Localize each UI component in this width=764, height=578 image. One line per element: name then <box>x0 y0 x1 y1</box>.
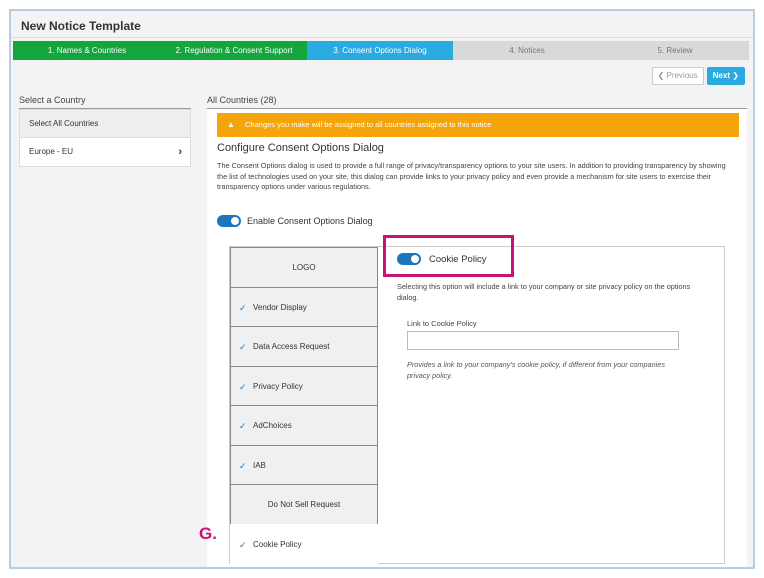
link-help-text: Provides a link to your company's cookie… <box>407 360 665 380</box>
country-item-europe-eu[interactable]: Europe - EU › <box>20 138 190 166</box>
next-button[interactable]: Next ❯ <box>706 67 745 85</box>
enable-consent-toggle[interactable] <box>217 215 241 227</box>
menu-item-label: Vendor Display <box>253 302 307 312</box>
check-icon: ✓ <box>239 539 247 550</box>
cookie-policy-toggle-row: Cookie Policy <box>397 253 487 265</box>
warning-triangle-icon: ▲ <box>227 120 235 129</box>
countries-heading: All Countries (28) <box>207 95 277 105</box>
config-title: Configure Consent Options Dialog <box>217 142 384 154</box>
check-icon: ✓ <box>239 460 247 471</box>
menu-item-label: LOGO <box>292 263 316 272</box>
cookie-policy-detail: Cookie Policy Selecting this option will… <box>383 235 720 563</box>
title-divider <box>11 37 753 38</box>
check-icon: ✓ <box>239 342 247 352</box>
step-names-countries[interactable]: 1. Names & Countries <box>13 41 161 60</box>
check-icon: ✓ <box>239 381 247 392</box>
notice-template-window: New Notice Template 1. Names & Countries… <box>9 9 755 569</box>
menu-item-adchoices[interactable]: ✓ AdChoices <box>230 405 378 446</box>
menu-item-iab[interactable]: ✓ IAB <box>230 444 378 485</box>
warning-banner: ▲ Changes you make will be assigned to a… <box>217 113 739 137</box>
menu-item-label: IAB <box>253 460 266 470</box>
menu-item-label: AdChoices <box>253 421 292 430</box>
configuration-panel: ▲ Changes you make will be assigned to a… <box>207 109 747 567</box>
menu-item-data-access-request[interactable]: ✓ Data Access Request <box>230 326 378 367</box>
chevron-left-icon: ❮ <box>657 71 665 80</box>
cookie-policy-description: Selecting this option will include a lin… <box>397 282 691 302</box>
menu-item-do-not-sell[interactable]: Do Not Sell Request <box>230 484 378 525</box>
country-item-label: Select All Countries <box>29 119 99 128</box>
next-label: Next <box>712 71 731 80</box>
check-icon: ✓ <box>239 302 247 313</box>
link-field-label: Link to Cookie Policy <box>407 319 477 328</box>
menu-item-vendor-display[interactable]: ✓ Vendor Display <box>230 286 378 327</box>
chevron-right-icon: ❯ <box>732 71 739 80</box>
window-title: New Notice Template <box>21 19 141 33</box>
cookie-policy-link-input[interactable] <box>407 331 679 350</box>
enable-consent-label: Enable Consent Options Dialog <box>247 216 373 226</box>
menu-item-label: Cookie Policy <box>253 539 302 549</box>
cookie-policy-toggle[interactable] <box>397 253 421 265</box>
config-description: The Consent Options dialog is used to pr… <box>217 161 726 191</box>
menu-item-logo[interactable]: LOGO <box>230 247 378 288</box>
step-consent-options[interactable]: 3. Consent Options Dialog <box>307 41 453 60</box>
menu-item-privacy-policy[interactable]: ✓ Privacy Policy <box>230 365 378 406</box>
options-menu: LOGO ✓ Vendor Display ✓ Data Access Requ… <box>230 247 378 564</box>
previous-button[interactable]: ❮ Previous <box>651 67 704 85</box>
step-regulation-consent[interactable]: 2. Regulation & Consent Support <box>161 41 307 60</box>
menu-item-label: Privacy Policy <box>253 381 303 391</box>
menu-item-label: Do Not Sell Request <box>267 500 341 509</box>
country-list: Select All Countries Europe - EU › <box>19 109 191 167</box>
menu-item-label: Data Access Request <box>253 342 330 351</box>
previous-label: Previous <box>666 71 698 80</box>
cookie-policy-label: Cookie Policy <box>429 253 487 265</box>
menu-item-cookie-policy[interactable]: ✓ Cookie Policy <box>230 523 378 564</box>
wizard-steps: 1. Names & Countries 2. Regulation & Con… <box>13 41 749 60</box>
country-list-heading: Select a Country <box>19 95 86 105</box>
annotation-label: G. <box>199 524 217 543</box>
chevron-right-icon: › <box>178 146 182 158</box>
check-icon: ✓ <box>239 421 247 431</box>
country-item-label: Europe - EU <box>29 147 74 156</box>
step-notices[interactable]: 4. Notices <box>453 41 601 60</box>
enable-consent-row: Enable Consent Options Dialog <box>217 215 373 227</box>
wizard-nav: ❮ Previous Next ❯ <box>651 67 745 85</box>
country-item-select-all[interactable]: Select All Countries <box>20 110 190 138</box>
options-editor: LOGO ✓ Vendor Display ✓ Data Access Requ… <box>229 235 725 564</box>
warning-text: Changes you make will be assigned to all… <box>245 120 492 129</box>
step-review[interactable]: 5. Review <box>601 41 749 60</box>
